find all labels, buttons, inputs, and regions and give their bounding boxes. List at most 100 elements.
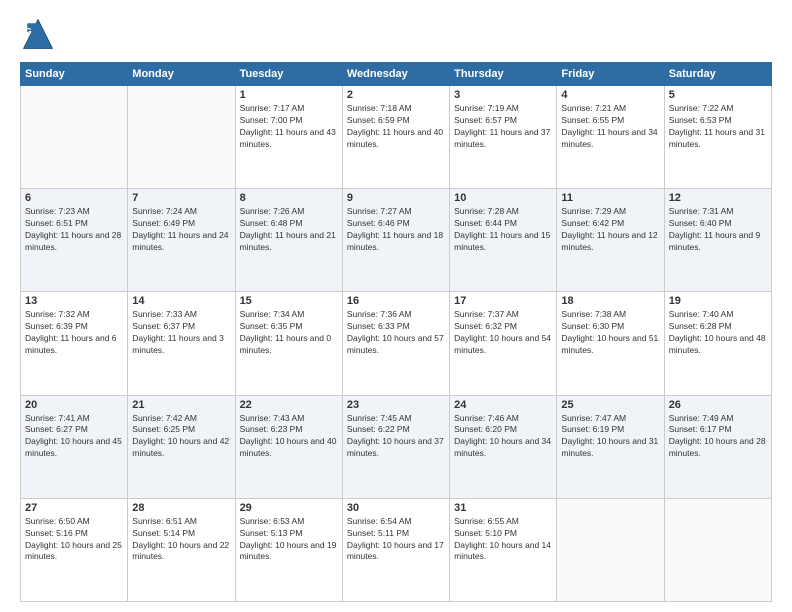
calendar-cell: 7 Sunrise: 7:24 AMSunset: 6:49 PMDaylight… [128,189,235,292]
day-number: 15 [240,295,338,307]
calendar-cell: 19 Sunrise: 7:40 AMSunset: 6:28 PMDayligh… [664,292,771,395]
day-number: 4 [561,89,659,101]
calendar-cell: 20 Sunrise: 7:41 AMSunset: 6:27 PMDayligh… [21,395,128,498]
day-number: 13 [25,295,123,307]
calendar-cell: 10 Sunrise: 7:28 AMSunset: 6:44 PMDayligh… [450,189,557,292]
calendar-cell: 6 Sunrise: 7:23 AMSunset: 6:51 PMDaylight… [21,189,128,292]
calendar-cell: 31 Sunrise: 6:55 AMSunset: 5:10 PMDayligh… [450,498,557,601]
calendar-cell: 12 Sunrise: 7:31 AMSunset: 6:40 PMDayligh… [664,189,771,292]
calendar-cell: 27 Sunrise: 6:50 AMSunset: 5:16 PMDayligh… [21,498,128,601]
day-number: 31 [454,502,552,514]
day-number: 2 [347,89,445,101]
calendar-cell: 14Sunrise: 7:33 AMSunset: 6:37 PMDayligh… [128,292,235,395]
calendar-cell: 15 Sunrise: 7:34 AMSunset: 6:35 PMDayligh… [235,292,342,395]
day-number: 1 [240,89,338,101]
day-number: 6 [25,192,123,204]
day-info: Sunrise: 7:41 AMSunset: 6:27 PMDaylight:… [25,413,123,461]
calendar-cell: 30 Sunrise: 6:54 AMSunset: 5:11 PMDayligh… [342,498,449,601]
day-info: Sunrise: 7:28 AMSunset: 6:44 PMDaylight:… [454,206,552,254]
day-number: 20 [25,399,123,411]
day-info: Sunrise: 7:37 AMSunset: 6:32 PMDaylight:… [454,309,552,357]
day-number: 27 [25,502,123,514]
day-number: 5 [669,89,767,101]
day-number: 19 [669,295,767,307]
calendar-cell: 16 Sunrise: 7:36 AMSunset: 6:33 PMDayligh… [342,292,449,395]
weekday-header-wednesday: Wednesday [342,63,449,86]
day-info: Sunrise: 6:50 AMSunset: 5:16 PMDaylight:… [25,516,123,564]
calendar-cell: 9 Sunrise: 7:27 AMSunset: 6:46 PMDaylight… [342,189,449,292]
week-row-1: 1 Sunrise: 7:17 AMSunset: 7:00 PMDaylight… [21,86,772,189]
day-info: Sunrise: 7:32 AMSunset: 6:39 PMDaylight:… [25,309,123,357]
day-info: Sunrise: 6:54 AMSunset: 5:11 PMDaylight:… [347,516,445,564]
day-number: 24 [454,399,552,411]
weekday-header-saturday: Saturday [664,63,771,86]
calendar-cell: 13 Sunrise: 7:32 AMSunset: 6:39 PMDayligh… [21,292,128,395]
calendar-cell: 3Sunrise: 7:19 AMSunset: 6:57 PMDaylight… [450,86,557,189]
day-number: 18 [561,295,659,307]
page: G SundayMondayTuesdayWednesdayThursdayFr… [0,0,792,612]
calendar-cell: 11 Sunrise: 7:29 AMSunset: 6:42 PMDayligh… [557,189,664,292]
week-row-5: 27 Sunrise: 6:50 AMSunset: 5:16 PMDayligh… [21,498,772,601]
day-info: Sunrise: 7:21 AMSunset: 6:55 PMDaylight:… [561,103,659,151]
header: G [20,16,772,52]
day-number: 9 [347,192,445,204]
weekday-header-sunday: Sunday [21,63,128,86]
calendar-cell: 23 Sunrise: 7:45 AMSunset: 6:22 PMDayligh… [342,395,449,498]
calendar-cell: 5 Sunrise: 7:22 AMSunset: 6:53 PMDaylight… [664,86,771,189]
calendar-cell: 17 Sunrise: 7:37 AMSunset: 6:32 PMDayligh… [450,292,557,395]
calendar-cell: 2 Sunrise: 7:18 AMSunset: 6:59 PMDaylight… [342,86,449,189]
day-info: Sunrise: 7:47 AMSunset: 6:19 PMDaylight:… [561,413,659,461]
day-number: 26 [669,399,767,411]
day-info: Sunrise: 7:27 AMSunset: 6:46 PMDaylight:… [347,206,445,254]
day-number: 7 [132,192,230,204]
day-info: Sunrise: 7:29 AMSunset: 6:42 PMDaylight:… [561,206,659,254]
day-info: Sunrise: 7:19 AMSunset: 6:57 PMDaylight:… [454,103,552,151]
day-number: 17 [454,295,552,307]
day-number: 23 [347,399,445,411]
day-number: 16 [347,295,445,307]
day-info: Sunrise: 7:23 AMSunset: 6:51 PMDaylight:… [25,206,123,254]
day-info: Sunrise: 7:34 AMSunset: 6:35 PMDaylight:… [240,309,338,357]
day-info: Sunrise: 7:49 AMSunset: 6:17 PMDaylight:… [669,413,767,461]
day-info: Sunrise: 7:18 AMSunset: 6:59 PMDaylight:… [347,103,445,151]
day-number: 22 [240,399,338,411]
svg-text:G: G [25,27,31,36]
calendar-cell: 21Sunrise: 7:42 AMSunset: 6:25 PMDayligh… [128,395,235,498]
day-info: Sunrise: 7:46 AMSunset: 6:20 PMDaylight:… [454,413,552,461]
day-info: Sunrise: 6:55 AMSunset: 5:10 PMDaylight:… [454,516,552,564]
day-info: Sunrise: 7:36 AMSunset: 6:33 PMDaylight:… [347,309,445,357]
weekday-header-tuesday: Tuesday [235,63,342,86]
weekday-header-friday: Friday [557,63,664,86]
calendar-cell [128,86,235,189]
logo: G [20,16,60,52]
calendar-cell: 8Sunrise: 7:26 AMSunset: 6:48 PMDaylight… [235,189,342,292]
calendar-cell: 18Sunrise: 7:38 AMSunset: 6:30 PMDayligh… [557,292,664,395]
calendar-table: SundayMondayTuesdayWednesdayThursdayFrid… [20,62,772,602]
day-info: Sunrise: 7:22 AMSunset: 6:53 PMDaylight:… [669,103,767,151]
week-row-3: 13 Sunrise: 7:32 AMSunset: 6:39 PMDayligh… [21,292,772,395]
day-number: 10 [454,192,552,204]
day-info: Sunrise: 7:40 AMSunset: 6:28 PMDaylight:… [669,309,767,357]
calendar-cell: 29 Sunrise: 6:53 AMSunset: 5:13 PMDayligh… [235,498,342,601]
day-info: Sunrise: 7:24 AMSunset: 6:49 PMDaylight:… [132,206,230,254]
day-info: Sunrise: 6:53 AMSunset: 5:13 PMDaylight:… [240,516,338,564]
weekday-header-thursday: Thursday [450,63,557,86]
calendar-cell [557,498,664,601]
day-number: 29 [240,502,338,514]
day-info: Sunrise: 7:43 AMSunset: 6:23 PMDaylight:… [240,413,338,461]
calendar-cell: 24 Sunrise: 7:46 AMSunset: 6:20 PMDayligh… [450,395,557,498]
logo-icon: G [20,16,56,52]
day-number: 30 [347,502,445,514]
day-number: 21 [132,399,230,411]
calendar-cell: 28Sunrise: 6:51 AMSunset: 5:14 PMDayligh… [128,498,235,601]
calendar-cell: 26 Sunrise: 7:49 AMSunset: 6:17 PMDayligh… [664,395,771,498]
day-info: Sunrise: 7:45 AMSunset: 6:22 PMDaylight:… [347,413,445,461]
day-number: 11 [561,192,659,204]
calendar-cell: 4 Sunrise: 7:21 AMSunset: 6:55 PMDaylight… [557,86,664,189]
day-info: Sunrise: 7:17 AMSunset: 7:00 PMDaylight:… [240,103,338,151]
calendar-cell: 22 Sunrise: 7:43 AMSunset: 6:23 PMDayligh… [235,395,342,498]
day-number: 12 [669,192,767,204]
day-info: Sunrise: 7:26 AMSunset: 6:48 PMDaylight:… [240,206,338,254]
day-info: Sunrise: 7:31 AMSunset: 6:40 PMDaylight:… [669,206,767,254]
day-info: Sunrise: 7:33 AMSunset: 6:37 PMDaylight:… [132,309,230,357]
